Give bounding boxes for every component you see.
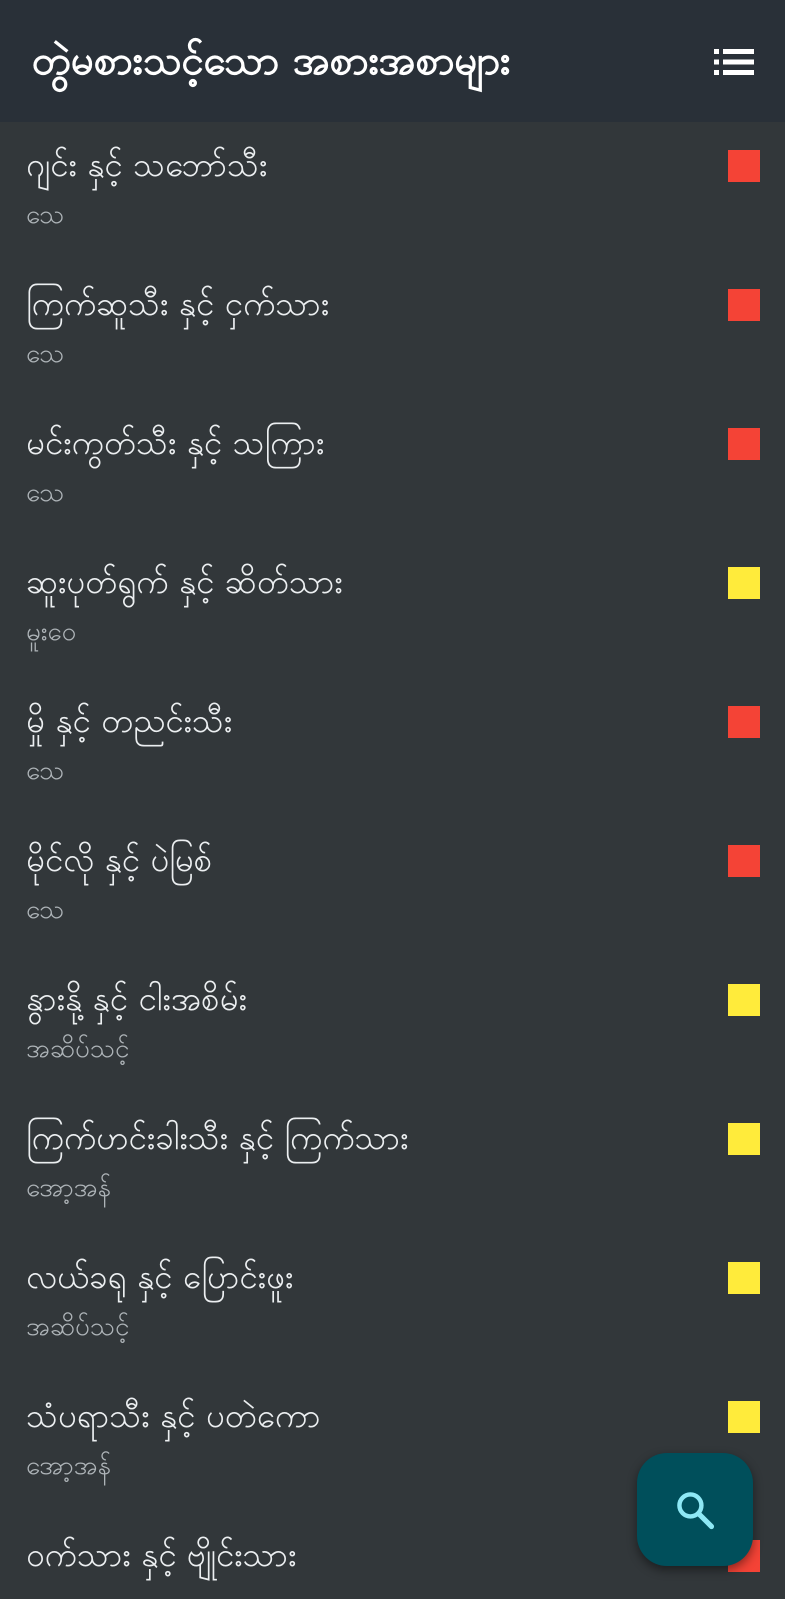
list-item[interactable]: ဂျင်း နှင့် သဘော်သီး သေ bbox=[0, 122, 785, 261]
item-title: မိုင်လို နှင့် ပဲမြစ် bbox=[26, 840, 213, 879]
severity-indicator bbox=[728, 706, 760, 738]
list-item[interactable]: လယ်ခရု နှင့် ပြောင်းဖူး အဆိပ်သင့် bbox=[0, 1234, 785, 1373]
item-title: နွားနို့ နှင့် ငါးအစိမ်း bbox=[26, 979, 247, 1018]
app-title: တွဲမစားသင့်သော အစားအစာများ bbox=[32, 38, 511, 84]
list-item[interactable]: မှို နှင့် တညင်းသီး သေ bbox=[0, 678, 785, 817]
item-title: ဝက်သား နှင့် ဗျိုင်းသား bbox=[26, 1535, 297, 1574]
item-subtitle: သေ bbox=[26, 756, 65, 786]
item-subtitle: အော့အန် bbox=[26, 1451, 111, 1481]
food-combination-list: ဂျင်း နှင့် သဘော်သီး သေ ကြက်ဆူသီး နှင့် … bbox=[0, 122, 785, 1599]
list-item[interactable]: နွားနို့ နှင့် ငါးအစိမ်း အဆိပ်သင့် bbox=[0, 956, 785, 1095]
item-subtitle: အဆိပ်သင့် bbox=[26, 1034, 130, 1064]
item-title: လယ်ခရု နှင့် ပြောင်းဖူး bbox=[26, 1257, 294, 1296]
severity-indicator bbox=[728, 845, 760, 877]
item-subtitle: သေ bbox=[26, 895, 65, 925]
item-subtitle: သေ bbox=[26, 200, 65, 230]
list-item[interactable]: ကြက်ဟင်းခါးသီး နှင့် ကြက်သား အော့အန် bbox=[0, 1095, 785, 1234]
severity-indicator bbox=[728, 150, 760, 182]
item-title: မှို နှင့် တညင်းသီး bbox=[26, 701, 233, 740]
item-subtitle: သေ bbox=[26, 339, 65, 369]
app-bar: တွဲမစားသင့်သော အစားအစာများ bbox=[0, 0, 785, 122]
menu-button[interactable] bbox=[714, 47, 754, 77]
list-item[interactable]: ကြက်ဆူသီး နှင့် ငှက်သား သေ bbox=[0, 261, 785, 400]
item-title: ကြက်ဆူသီး နှင့် ငှက်သား bbox=[26, 284, 330, 323]
list-icon bbox=[714, 49, 754, 75]
item-subtitle: မူးဝေ bbox=[26, 617, 77, 647]
severity-indicator bbox=[728, 289, 760, 321]
severity-indicator bbox=[728, 1123, 760, 1155]
search-button[interactable] bbox=[637, 1453, 753, 1566]
severity-indicator bbox=[728, 567, 760, 599]
item-title: ဆူးပုတ်ရွက် နှင့် ဆိတ်သား bbox=[26, 562, 343, 601]
severity-indicator bbox=[728, 1262, 760, 1294]
item-subtitle: အဆိပ်သင့် bbox=[26, 1312, 130, 1342]
item-title: ဂျင်း နှင့် သဘော်သီး bbox=[26, 145, 268, 184]
item-title: ကြက်ဟင်းခါးသီး နှင့် ကြက်သား bbox=[26, 1118, 409, 1157]
severity-indicator bbox=[728, 428, 760, 460]
list-item[interactable]: ဆူးပုတ်ရွက် နှင့် ဆိတ်သား မူးဝေ bbox=[0, 539, 785, 678]
search-icon bbox=[677, 1491, 715, 1529]
severity-indicator bbox=[728, 984, 760, 1016]
item-subtitle: အော့အန် bbox=[26, 1173, 111, 1203]
item-title: မင်းကွတ်သီး နှင့် သကြား bbox=[26, 423, 325, 462]
list-item[interactable]: မိုင်လို နှင့် ပဲမြစ် သေ bbox=[0, 817, 785, 956]
item-title: သံပရာသီး နှင့် ပတဲကော bbox=[26, 1396, 321, 1435]
list-item[interactable]: မင်းကွတ်သီး နှင့် သကြား သေ bbox=[0, 400, 785, 539]
item-subtitle: သေ bbox=[26, 478, 65, 508]
severity-indicator bbox=[728, 1401, 760, 1433]
